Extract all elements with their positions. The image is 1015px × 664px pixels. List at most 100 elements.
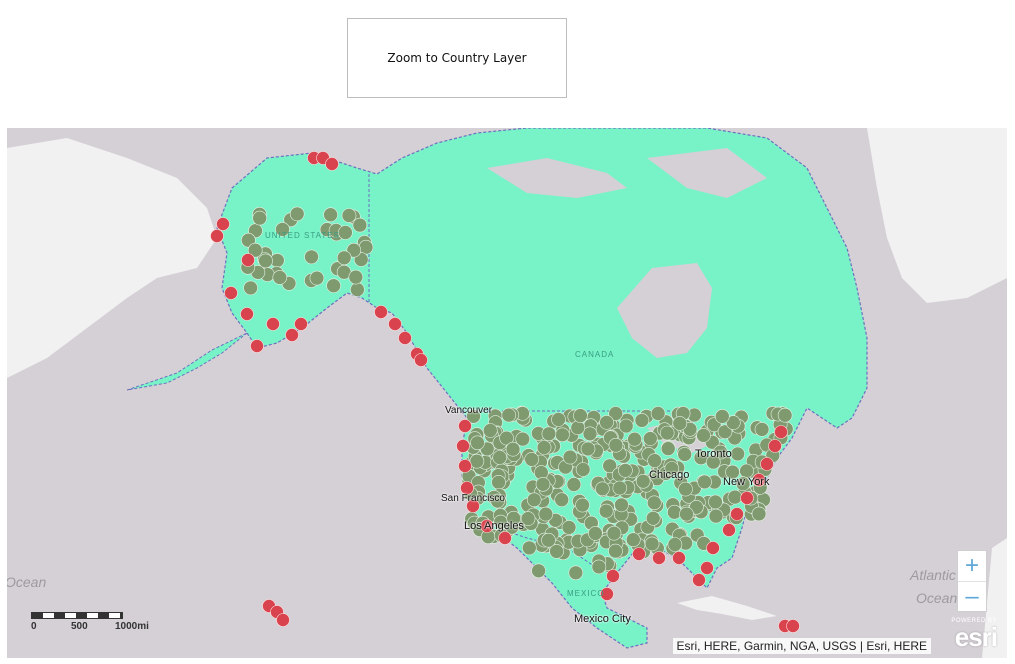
- map-point[interactable]: [697, 474, 712, 490]
- map-point[interactable]: [618, 463, 633, 478]
- map-point[interactable]: [612, 480, 628, 496]
- map-point[interactable]: [250, 339, 264, 353]
- map-point[interactable]: [618, 418, 634, 434]
- map-point[interactable]: [562, 449, 578, 465]
- map-point[interactable]: [614, 497, 629, 513]
- map-point[interactable]: [258, 253, 273, 269]
- map-point[interactable]: [240, 307, 254, 321]
- map-point[interactable]: [774, 425, 788, 439]
- map-point[interactable]: [325, 157, 339, 171]
- map-point[interactable]: [541, 532, 556, 548]
- map-point[interactable]: [625, 532, 641, 548]
- map-point[interactable]: [595, 481, 610, 497]
- map-point[interactable]: [374, 305, 388, 319]
- map-point[interactable]: [672, 551, 686, 565]
- map-point[interactable]: [598, 503, 614, 519]
- map-point[interactable]: [632, 547, 646, 561]
- map-point[interactable]: [659, 425, 675, 441]
- map-point[interactable]: [276, 613, 290, 627]
- map-point[interactable]: [672, 416, 688, 431]
- map-point[interactable]: [498, 531, 512, 545]
- map-point[interactable]: [541, 426, 557, 442]
- zoom-to-country-layer-button[interactable]: Zoom to Country Layer: [347, 18, 567, 98]
- map-point[interactable]: [646, 495, 662, 511]
- map-point[interactable]: [634, 413, 650, 428]
- map-point[interactable]: [692, 573, 706, 587]
- map-point[interactable]: [348, 269, 364, 285]
- map-point[interactable]: [714, 409, 730, 424]
- map-point[interactable]: [751, 506, 767, 522]
- map-point[interactable]: [526, 492, 542, 508]
- map-point[interactable]: [568, 565, 584, 581]
- map-point[interactable]: [536, 440, 552, 455]
- map-point[interactable]: [336, 250, 352, 266]
- map-point[interactable]: [679, 506, 694, 522]
- map-point[interactable]: [469, 453, 485, 469]
- map-point[interactable]: [309, 270, 325, 286]
- map-point[interactable]: [760, 457, 774, 471]
- map-point[interactable]: [608, 437, 624, 453]
- map-point[interactable]: [644, 536, 660, 552]
- map-point[interactable]: [566, 477, 582, 492]
- map-point[interactable]: [531, 563, 546, 579]
- map-point[interactable]: [304, 249, 319, 265]
- map-point[interactable]: [606, 525, 622, 541]
- map-point[interactable]: [326, 278, 341, 293]
- map-point[interactable]: [241, 253, 255, 267]
- map-point[interactable]: [224, 286, 238, 300]
- map-point[interactable]: [388, 317, 402, 331]
- map-point[interactable]: [727, 489, 743, 505]
- zoom-in-icon[interactable]: +: [958, 551, 986, 581]
- map-point[interactable]: [588, 526, 603, 541]
- map-point[interactable]: [642, 431, 658, 446]
- map-point[interactable]: [754, 422, 770, 437]
- map-point[interactable]: [285, 328, 299, 342]
- map-point[interactable]: [740, 491, 754, 505]
- map-point[interactable]: [660, 441, 676, 456]
- map-view[interactable]: UNITED STATES CANADA MEXICO Vancouver Sa…: [7, 128, 1007, 658]
- map-point[interactable]: [294, 317, 308, 331]
- map-point[interactable]: [591, 559, 607, 575]
- map-point[interactable]: [730, 446, 746, 462]
- map-point[interactable]: [608, 543, 623, 559]
- map-point[interactable]: [456, 439, 470, 453]
- map-point[interactable]: [573, 408, 588, 423]
- map-point[interactable]: [561, 520, 577, 535]
- map-point[interactable]: [216, 217, 230, 231]
- map-point[interactable]: [272, 270, 288, 285]
- map-point[interactable]: [470, 435, 485, 451]
- map-point[interactable]: [706, 541, 720, 555]
- map-point[interactable]: [538, 506, 554, 522]
- map-point[interactable]: [243, 280, 258, 296]
- map-point[interactable]: [730, 507, 744, 521]
- map-point[interactable]: [652, 551, 666, 565]
- map-point[interactable]: [722, 523, 736, 537]
- map-point[interactable]: [323, 207, 338, 222]
- map-point[interactable]: [580, 441, 596, 457]
- map-point[interactable]: [252, 210, 267, 226]
- map-point[interactable]: [398, 331, 412, 345]
- map-point[interactable]: [667, 504, 682, 520]
- map-point[interactable]: [627, 431, 642, 447]
- map-point[interactable]: [575, 497, 590, 513]
- map-point[interactable]: [645, 510, 661, 526]
- map-point[interactable]: [554, 492, 570, 508]
- map-point[interactable]: [524, 452, 540, 467]
- map-point[interactable]: [350, 282, 365, 297]
- map-point[interactable]: [492, 450, 508, 465]
- map-point[interactable]: [352, 217, 368, 233]
- map-point[interactable]: [599, 415, 614, 430]
- map-point[interactable]: [647, 453, 662, 468]
- map-point[interactable]: [341, 208, 357, 223]
- map-point[interactable]: [338, 225, 353, 240]
- map-point[interactable]: [708, 494, 723, 510]
- map-point[interactable]: [650, 406, 666, 421]
- map-point[interactable]: [210, 229, 224, 243]
- map-point[interactable]: [535, 476, 551, 492]
- map-point[interactable]: [358, 239, 374, 255]
- zoom-out-icon[interactable]: –: [958, 582, 986, 612]
- map-point[interactable]: [482, 423, 498, 438]
- map-point[interactable]: [678, 481, 693, 497]
- map-point[interactable]: [521, 540, 537, 556]
- map-point[interactable]: [458, 419, 472, 433]
